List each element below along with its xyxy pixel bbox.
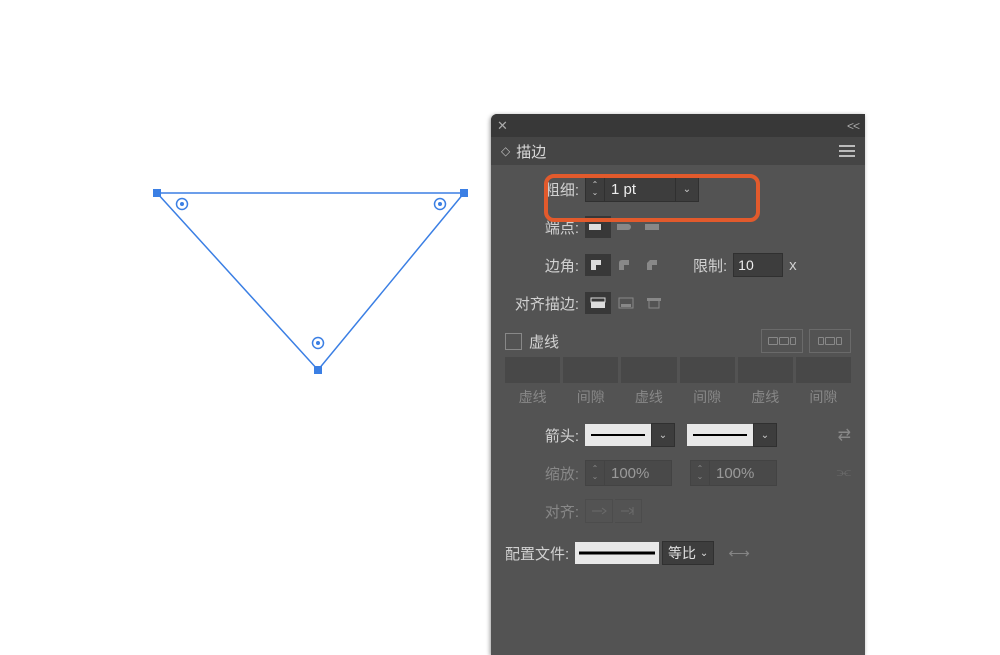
scale-row: 缩放: ⌃⌄ 100% ⌃⌄ 100% ⫘ — [505, 459, 851, 487]
arrow-start-preview[interactable] — [585, 424, 651, 446]
align-outside-button[interactable] — [641, 292, 667, 314]
dash-preserve-exact-button[interactable] — [761, 329, 803, 353]
scale-end-input[interactable]: 100% — [710, 460, 777, 486]
limit-input[interactable]: 10 — [733, 253, 783, 277]
scale-start-stepper[interactable]: ⌃⌄ — [585, 460, 605, 486]
panel-title: 描边 — [516, 141, 546, 162]
cap-round-button[interactable] — [613, 216, 639, 238]
profile-dropdown[interactable]: 等比 ⌄ — [662, 541, 714, 565]
arrow-start-dropdown[interactable]: ⌄ — [651, 423, 675, 447]
panel-title-bar: ◇ 描边 — [491, 137, 865, 165]
close-icon[interactable]: ✕ — [497, 119, 510, 132]
corner-round-button[interactable] — [613, 254, 639, 276]
dash-input[interactable] — [738, 357, 793, 383]
arrow-end-dropdown[interactable]: ⌄ — [753, 423, 777, 447]
profile-preview[interactable] — [575, 542, 659, 564]
scale-end-stepper[interactable]: ⌃⌄ — [690, 460, 710, 486]
align-stroke-label: 对齐描边: — [505, 293, 579, 314]
swap-arrows-icon[interactable]: ⇄ — [838, 425, 851, 445]
dash-input[interactable] — [505, 357, 560, 383]
panel-menu-icon[interactable] — [839, 145, 855, 157]
dash-align-corners-button[interactable] — [809, 329, 851, 353]
corner-row: 边角: 限制: 10 x — [505, 251, 851, 279]
limit-unit: x — [789, 257, 797, 274]
align-inside-button[interactable] — [613, 292, 639, 314]
align-center-button[interactable] — [585, 292, 611, 314]
arrow-end-preview[interactable] — [687, 424, 753, 446]
selection-handle[interactable] — [314, 366, 322, 374]
limit-label: 限制: — [693, 255, 727, 276]
profile-label: 配置文件: — [505, 543, 569, 564]
profile-row: 配置文件: 等比 ⌄ ⟷ — [505, 539, 851, 567]
cap-label: 端点: — [505, 217, 579, 238]
stroke-panel: ✕ << ◇ 描边 粗细: ⌃⌄ 1 pt ⌄ 端点: — [491, 114, 865, 655]
cap-row: 端点: — [505, 213, 851, 241]
arrow-align-extend-button[interactable] — [585, 499, 613, 523]
anchor-indicator — [435, 199, 446, 210]
flip-profile-horiz-icon[interactable]: ⟷ — [726, 542, 752, 564]
arrow-align-label: 对齐: — [505, 501, 579, 522]
weight-label: 粗细: — [505, 179, 579, 200]
link-scale-icon[interactable]: ⫘ — [837, 464, 851, 482]
arrow-align-row: 对齐: — [505, 497, 851, 525]
gap-input[interactable] — [680, 357, 735, 383]
weight-stepper[interactable]: ⌃⌄ — [585, 176, 605, 202]
collapse-icon[interactable]: << — [847, 119, 859, 133]
align-stroke-row: 对齐描边: — [505, 289, 851, 317]
triangle-path[interactable] — [157, 193, 464, 370]
panel-header: ✕ << — [491, 114, 865, 137]
gap-input[interactable] — [563, 357, 618, 383]
expand-toggle-icon[interactable]: ◇ — [501, 144, 510, 158]
weight-input[interactable]: 1 pt — [605, 176, 676, 202]
cap-butt-button[interactable] — [585, 216, 611, 238]
weight-dropdown[interactable]: ⌄ — [676, 176, 699, 202]
scale-start-input[interactable]: 100% — [605, 460, 672, 486]
dash-input[interactable] — [621, 357, 676, 383]
corner-bevel-button[interactable] — [641, 254, 667, 276]
arrows-row: 箭头: ⌄ ⌄ ⇄ — [505, 421, 851, 449]
corner-label: 边角: — [505, 255, 579, 276]
anchor-indicator — [177, 199, 188, 210]
anchor-indicator — [313, 338, 324, 349]
arrow-align-tip-button[interactable] — [615, 499, 642, 523]
dashed-label: 虚线 — [529, 331, 559, 352]
selection-handle[interactable] — [460, 189, 468, 197]
arrows-label: 箭头: — [505, 425, 579, 446]
dashed-checkbox[interactable] — [505, 333, 522, 350]
gap-input[interactable] — [796, 357, 851, 383]
weight-row: 粗细: ⌃⌄ 1 pt ⌄ — [505, 175, 851, 203]
dash-column-labels: 虚线 间隙 虚线 间隙 虚线 间隙 — [505, 387, 851, 407]
corner-miter-button[interactable] — [585, 254, 611, 276]
scale-label: 缩放: — [505, 463, 579, 484]
selection-handle[interactable] — [153, 189, 161, 197]
dashed-row: 虚线 — [505, 329, 851, 353]
cap-project-button[interactable] — [641, 216, 667, 238]
dash-inputs — [505, 357, 851, 383]
